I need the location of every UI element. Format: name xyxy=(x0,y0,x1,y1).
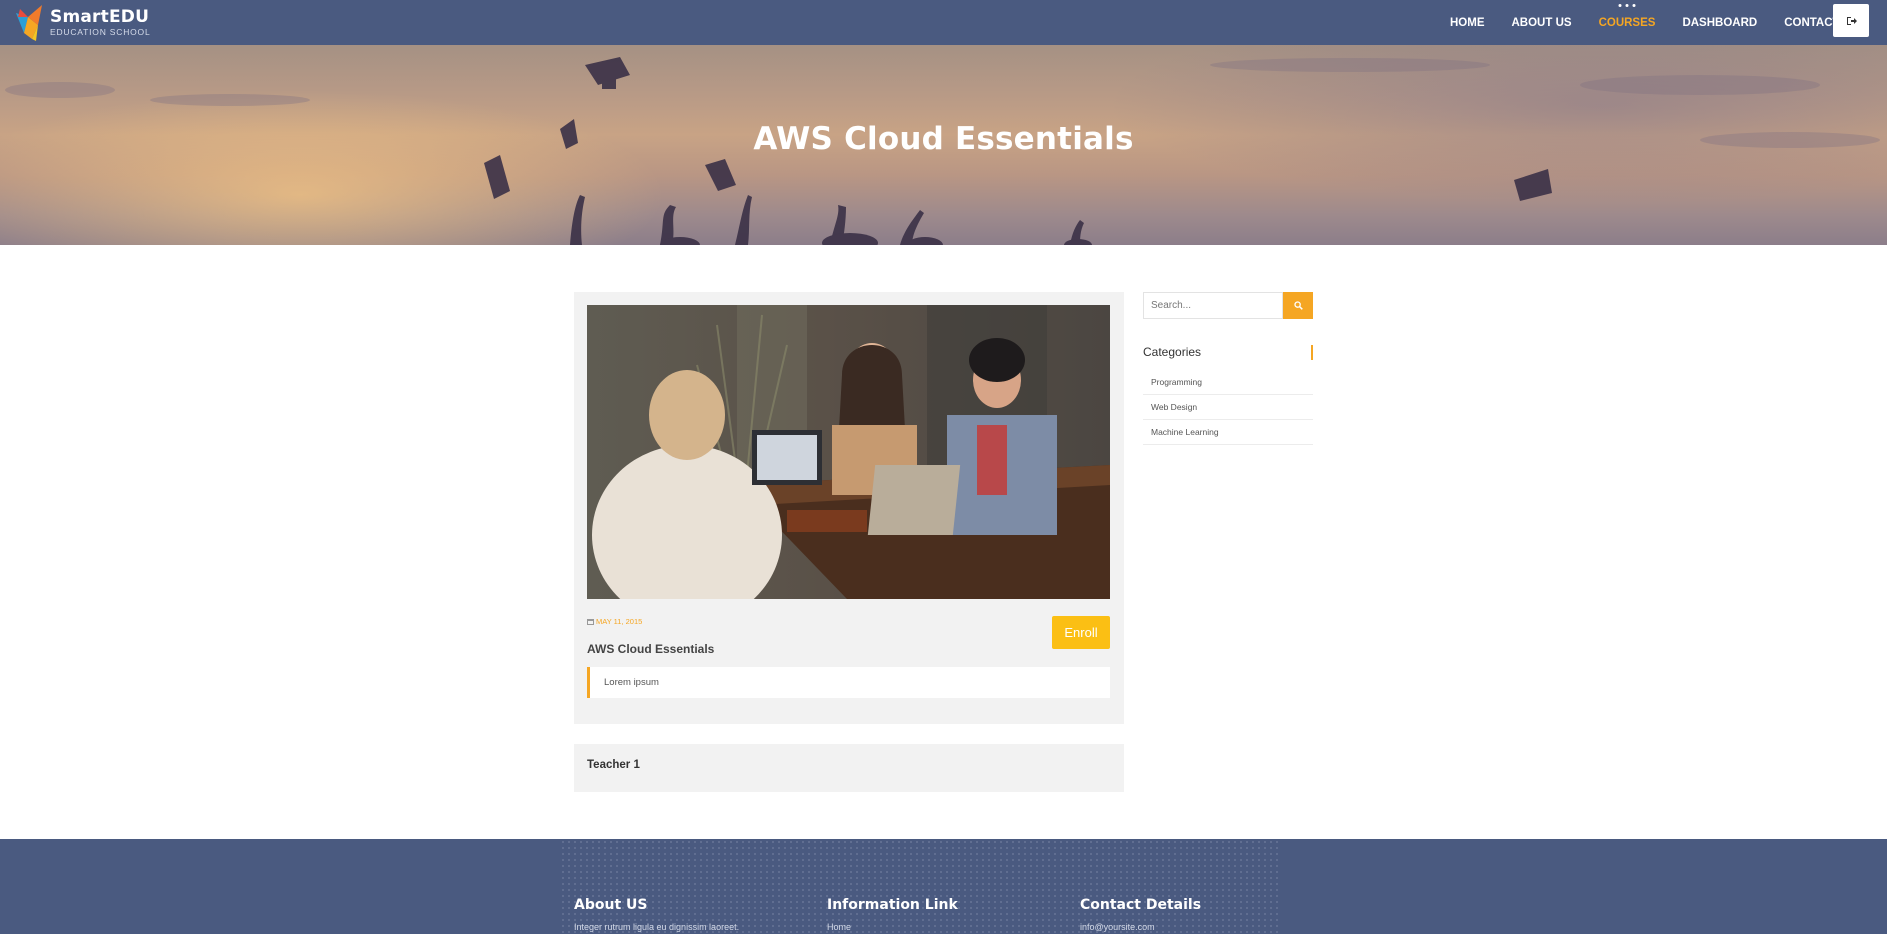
search-button[interactable] xyxy=(1283,292,1313,319)
logout-button[interactable] xyxy=(1833,4,1869,37)
teacher-card: Teacher 1 xyxy=(574,744,1124,792)
nav-about-us[interactable]: ABOUT US xyxy=(1512,17,1572,29)
nav-dashboard[interactable]: DASHBOARD xyxy=(1682,17,1757,29)
nav-home[interactable]: HOME xyxy=(1450,17,1485,29)
footer-link-home[interactable]: Home xyxy=(827,922,958,932)
teacher-name: Teacher 1 xyxy=(587,759,640,771)
brand-name: SmartEDU xyxy=(50,6,150,27)
search-input[interactable] xyxy=(1143,292,1283,319)
course-title: AWS Cloud Essentials xyxy=(587,642,715,656)
site-logo[interactable]: SmartEDU EDUCATION SCHOOL xyxy=(12,3,151,41)
main-menu: HOME ABOUT US COURSES DASHBOARD CONTACT xyxy=(1450,0,1867,45)
enroll-button[interactable]: Enroll xyxy=(1052,616,1110,649)
hero-banner: AWS Cloud Essentials xyxy=(0,45,1887,245)
logo-bird-icon xyxy=(16,5,42,41)
top-navbar: SmartEDU EDUCATION SCHOOL HOME ABOUT US … xyxy=(0,0,1887,45)
course-date: MAY 11, 2015 xyxy=(587,617,642,626)
course-description: Lorem ipsum xyxy=(587,667,1110,698)
active-indicator-dots xyxy=(1618,3,1636,7)
footer-about-heading: About US xyxy=(574,897,648,913)
calendar-icon xyxy=(587,619,594,625)
categories-heading: Categories xyxy=(1143,345,1313,360)
nav-courses-label: COURSES xyxy=(1598,16,1656,29)
footer-contact-email[interactable]: info@yoursite.com xyxy=(1080,922,1201,932)
category-web-design[interactable]: Web Design xyxy=(1143,395,1313,420)
nav-courses[interactable]: COURSES xyxy=(1598,3,1656,29)
course-date-text: MAY 11, 2015 xyxy=(596,617,643,626)
brand-tagline: EDUCATION SCHOOL xyxy=(50,26,151,37)
sign-out-icon xyxy=(1846,16,1857,25)
page-title: AWS Cloud Essentials xyxy=(753,121,1134,157)
footer-about: About US Integer rutrum ligula eu dignis… xyxy=(574,897,739,932)
categories-heading-text: Categories xyxy=(1143,345,1202,359)
footer-contact-heading: Contact Details xyxy=(1080,897,1202,913)
footer-links: Information Link Home xyxy=(827,897,958,932)
category-programming[interactable]: Programming xyxy=(1143,370,1313,395)
category-machine-learning[interactable]: Machine Learning xyxy=(1143,420,1313,445)
footer-contact: Contact Details info@yoursite.com xyxy=(1080,897,1201,932)
footer-links-heading: Information Link xyxy=(827,897,958,913)
site-footer: About US Integer rutrum ligula eu dignis… xyxy=(0,839,1887,934)
course-card: MAY 11, 2015 Enroll AWS Cloud Essentials… xyxy=(574,292,1124,724)
heading-accent-bar xyxy=(1311,345,1313,360)
students-photo xyxy=(587,305,1110,599)
search-icon xyxy=(1293,301,1303,310)
search-form xyxy=(1143,292,1313,319)
categories-list: Programming Web Design Machine Learning xyxy=(1143,370,1313,445)
footer-about-text: Integer rutrum ligula eu dignissim laore… xyxy=(574,922,740,932)
nav-contact[interactable]: CONTACT xyxy=(1784,17,1839,29)
course-image xyxy=(587,305,1110,599)
